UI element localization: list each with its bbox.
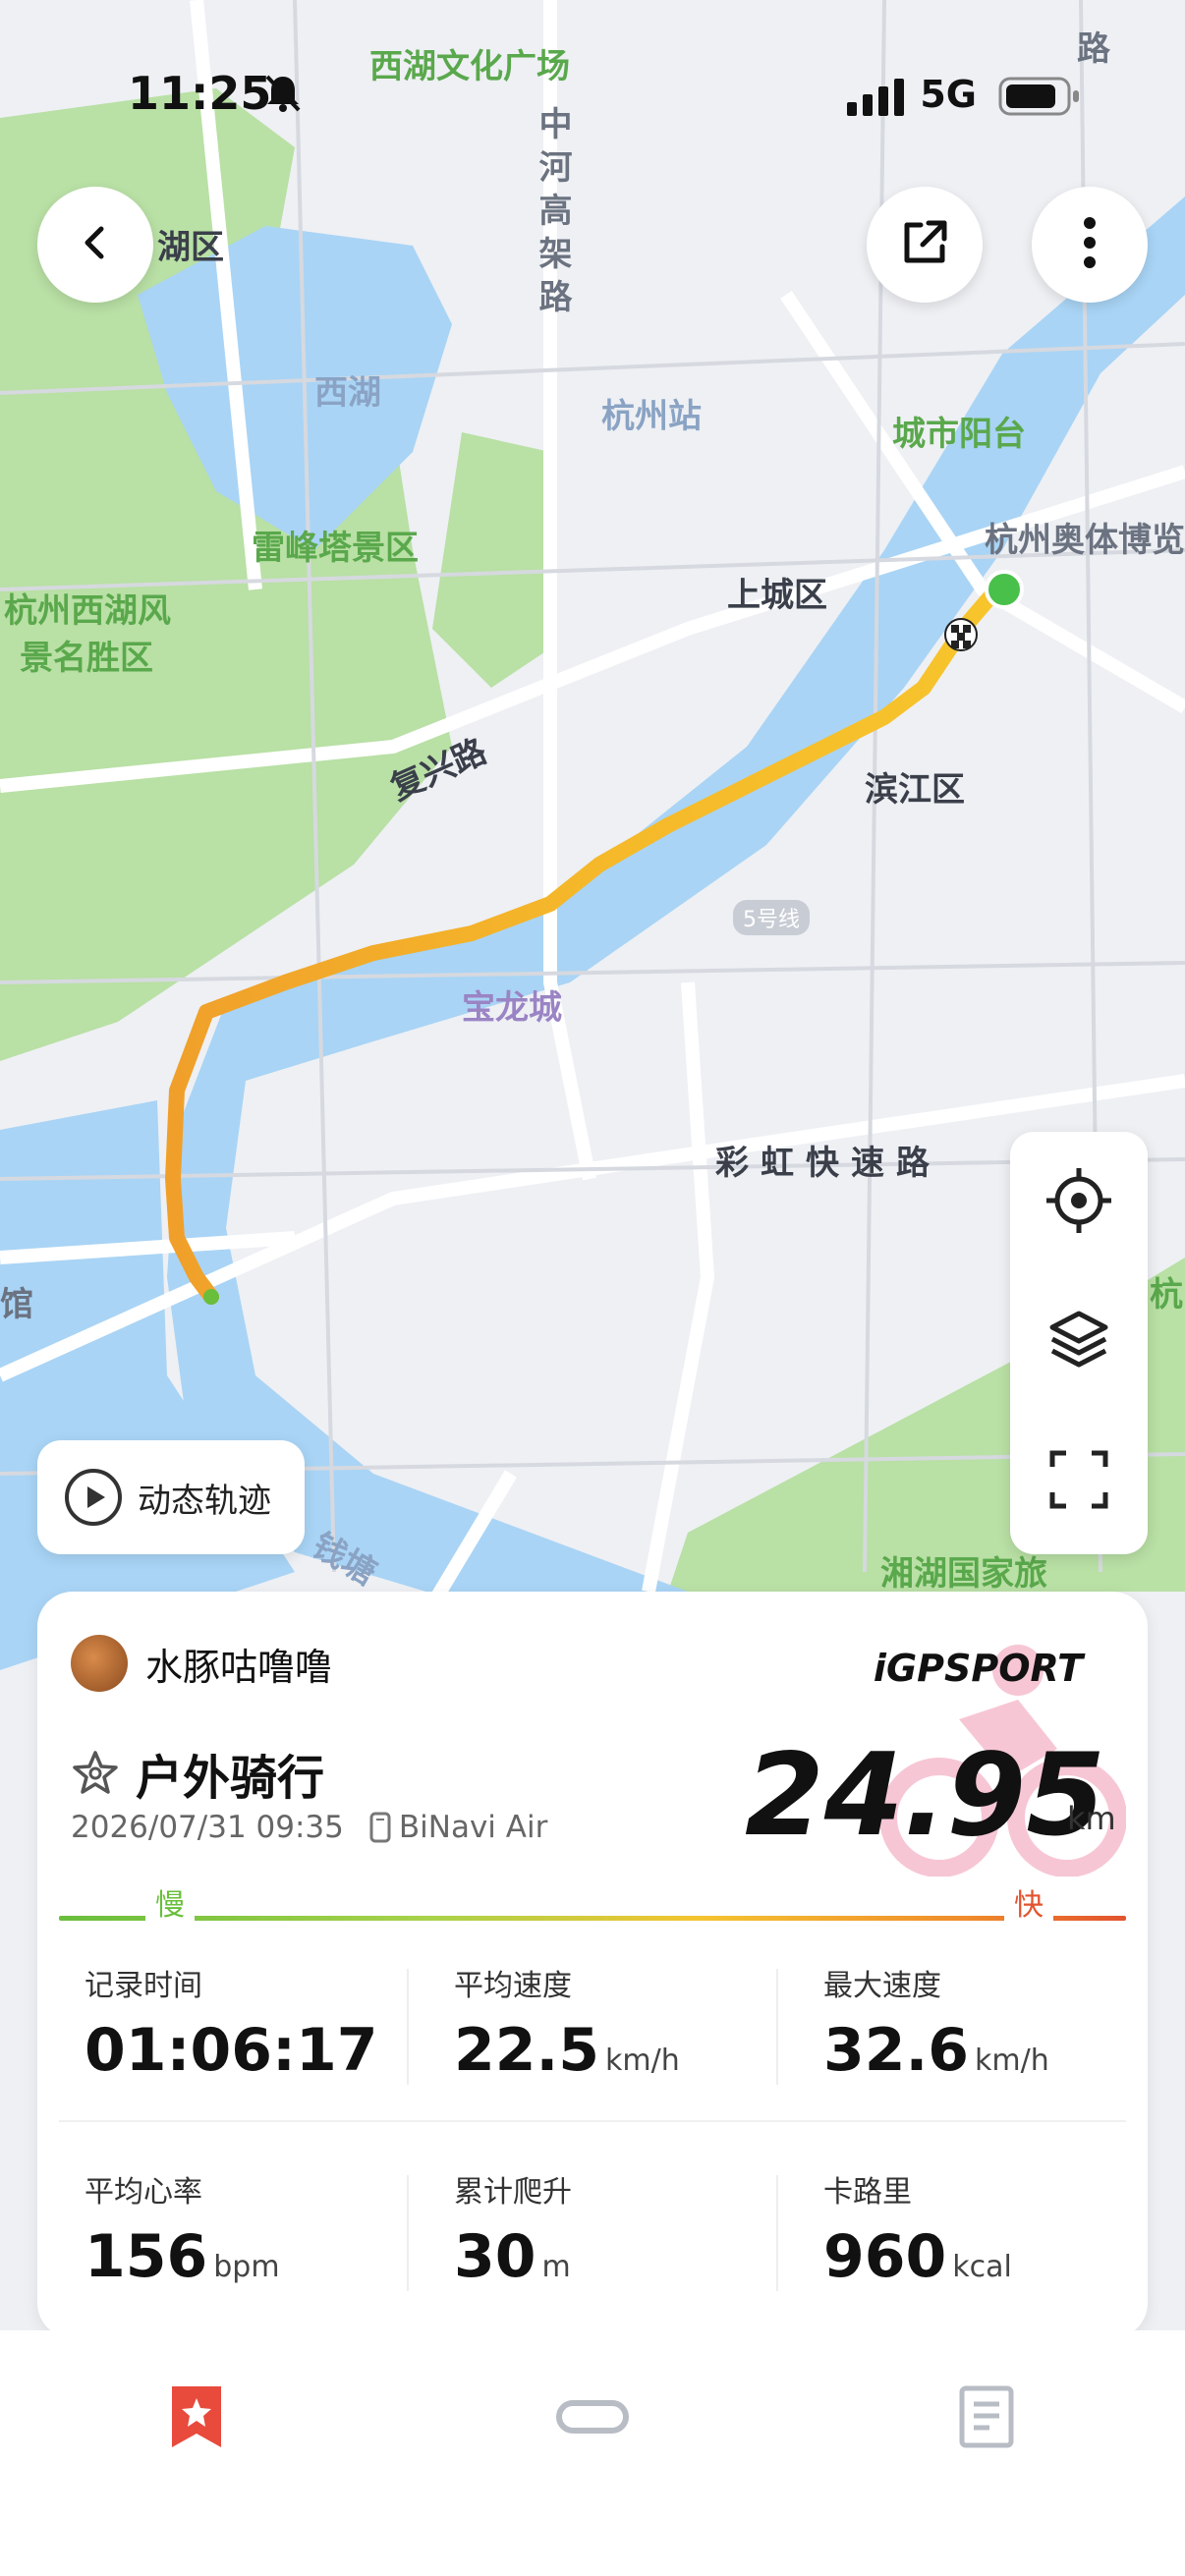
stat-unit: m (541, 2250, 571, 2284)
map-label: 西湖 (314, 373, 381, 413)
map-tools-panel (1010, 1132, 1148, 1554)
dynamic-track-button[interactable]: 动态轨迹 (37, 1440, 305, 1554)
activity-meta: 2026/07/31 09:35 BiNavi Air (71, 1810, 547, 1845)
map-label: 景名胜区 (20, 639, 153, 678)
silent-bell-icon (261, 71, 305, 118)
stat-calories: 卡路里 960 kcal (823, 2167, 1148, 2295)
map-label: 杭州站 (601, 397, 702, 436)
stat-value: 156 (85, 2222, 208, 2291)
stat-unit: km/h (605, 2044, 680, 2078)
activity-type-title: 户外骑行 (136, 1751, 325, 1806)
dynamic-track-label: 动态轨迹 (138, 1481, 271, 1521)
tab-details[interactable] (928, 2370, 1045, 2468)
fullscreen-icon (1048, 1449, 1109, 1514)
stat-value: 32.6 (823, 2016, 970, 2085)
stat-label: 平均心率 (85, 2175, 202, 2210)
signal-icon (847, 77, 906, 120)
stat-value: 960 (823, 2222, 947, 2291)
map-label: 杭州西湖风 (4, 591, 171, 631)
stat-record-time: 记录时间 01:06:17 (85, 1961, 419, 2089)
activity-datetime: 2026/07/31 09:35 (71, 1810, 344, 1845)
layers-icon (1046, 1308, 1111, 1376)
status-bar: 11:25 5G (0, 0, 1185, 120)
share-button[interactable] (867, 187, 983, 303)
map-label: 馆 (0, 1285, 33, 1324)
stat-avg-speed: 平均速度 22.5 km/h (454, 1961, 788, 2089)
stat-value: 22.5 (454, 2016, 600, 2085)
map-label: 中河高架路 (533, 106, 572, 322)
map-label: 杭州奥体博览 (985, 521, 1185, 560)
stat-elevation-gain: 累计爬升 30 m (454, 2167, 788, 2295)
activity-title-row: 户外骑行 (71, 1739, 324, 1808)
total-distance: 24.95 (745, 1729, 1105, 1862)
stat-value: 01:06:17 (85, 2016, 378, 2085)
battery-icon (998, 75, 1081, 122)
map-label: 上城区 (727, 576, 827, 615)
stat-label: 平均速度 (454, 1969, 572, 2003)
map-label: 彩虹快速路 (715, 1144, 941, 1183)
stat-label: 最大速度 (823, 1969, 941, 2003)
activity-summary-card: 水豚咕噜噜 iGPSPORT 户外骑行 2026/07/31 09:35 BiN… (37, 1592, 1148, 2338)
speed-legend-bar (59, 1916, 1126, 1921)
map-label: 湘湖国家旅 (880, 1554, 1047, 1594)
locate-button[interactable] (1010, 1144, 1148, 1261)
stat-value: 30 (454, 2222, 536, 2291)
avatar[interactable] (71, 1635, 128, 1692)
status-time: 11:25 (128, 67, 272, 120)
stat-avg-heart-rate: 平均心率 156 bpm (85, 2167, 419, 2295)
device-icon (369, 1812, 391, 1843)
divider (776, 2175, 778, 2291)
stat-unit: km/h (975, 2044, 1049, 2078)
metro-line-badge: 5号线 (733, 900, 810, 935)
map-label: 湖区 (157, 228, 224, 267)
divider (776, 1969, 778, 2085)
bookmark-star-icon (168, 2384, 225, 2453)
map-label: 滨江区 (865, 770, 965, 810)
map-label: 雷峰塔景区 (252, 529, 419, 568)
divider (59, 2120, 1126, 2122)
network-label: 5G (920, 73, 977, 116)
star-icon[interactable] (71, 1749, 120, 1798)
crosshair-icon (1044, 1166, 1113, 1239)
stat-unit: kcal (952, 2250, 1012, 2284)
user-row: 水豚咕噜噜 (71, 1635, 332, 1692)
stat-label: 累计爬升 (454, 2175, 572, 2210)
document-icon (958, 2384, 1015, 2453)
tab-segments[interactable] (534, 2370, 651, 2468)
more-vertical-icon (1080, 215, 1100, 274)
loop-track-icon (555, 2397, 630, 2440)
play-circle-icon (63, 1467, 124, 1528)
user-name[interactable]: 水豚咕噜噜 (145, 1637, 332, 1691)
chevron-left-icon (76, 223, 115, 266)
device-info: BiNavi Air (369, 1810, 547, 1845)
back-button[interactable] (37, 187, 153, 303)
map-label: 宝龙城 (462, 988, 562, 1028)
stat-label: 卡路里 (823, 2175, 912, 2210)
divider (407, 1969, 409, 2085)
share-icon (897, 215, 952, 274)
stat-label: 记录时间 (85, 1969, 202, 2003)
stat-unit: bpm (213, 2250, 280, 2284)
slow-label: 慢 (145, 1880, 195, 1924)
start-marker (985, 570, 1024, 609)
tab-overview[interactable] (138, 2370, 255, 2468)
stat-max-speed: 最大速度 32.6 km/h (823, 1961, 1148, 2089)
map-label: 杭 (1150, 1275, 1183, 1315)
brand-logo: iGPSPORT (873, 1647, 1083, 1690)
bottom-tab-bar (0, 2330, 1185, 2576)
device-name: BiNavi Air (398, 1810, 548, 1845)
map-layers-button[interactable] (1010, 1283, 1148, 1401)
fullscreen-button[interactable] (1010, 1423, 1148, 1540)
divider (407, 2175, 409, 2291)
more-menu-button[interactable] (1032, 187, 1148, 303)
distance-unit: km (1067, 1800, 1116, 1837)
map-label: 城市阳台 (892, 415, 1026, 454)
finish-flag-icon (944, 618, 978, 651)
fast-label: 快 (1004, 1880, 1053, 1924)
